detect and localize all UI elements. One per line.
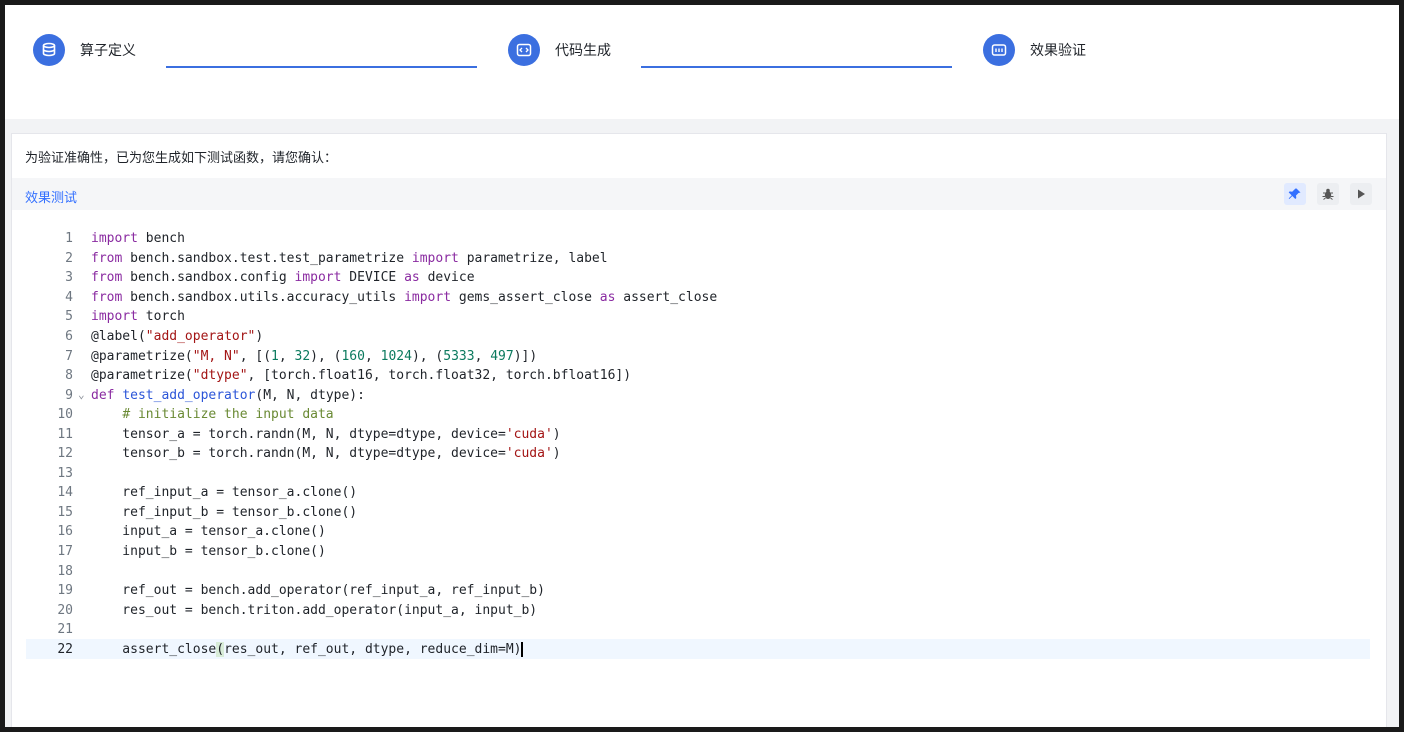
code-text: import bench [91,231,185,247]
line-number: 6 [65,329,73,344]
line-number: 4 [65,289,73,305]
line-number: 13 [57,465,73,481]
progress-stepper: 算子定义 代码生成 效果验证 [5,5,1399,119]
code-text: input_b = tensor_b.clone() [91,544,326,560]
code-text: ref_out = bench.add_operator(ref_input_a… [91,583,545,599]
code-text: tensor_a = torch.randn(M, N, dtype=dtype… [91,426,561,442]
line-number: 3 [65,270,73,286]
code-icon [508,34,540,66]
code-line[interactable]: 7 @parametrize("M, N", [(1, 32), (160, 10… [12,346,1386,366]
line-number: 20 [57,602,73,618]
code-text: # initialize the input data [122,407,334,423]
line-number: 9 [65,387,73,403]
step-connector [166,66,477,68]
code-line[interactable]: 1 import bench [12,229,1386,249]
code-text: tensor_b = torch.randn(M, N, dtype=dtype… [91,446,561,462]
step-operator-definition[interactable]: 算子定义 [33,34,136,66]
code-line[interactable]: 20 res_out = bench.triton.add_operator(i… [12,600,1386,620]
database-icon [33,34,65,66]
code-text: import torch [91,309,185,325]
code-text: def test_add_operator(M, N, dtype): [91,387,365,403]
verify-icon [983,34,1015,66]
line-number: 2 [65,250,73,266]
step-code-generation[interactable]: 代码生成 [508,34,611,66]
line-number: 16 [57,524,73,540]
code-line[interactable]: 6 @label("add_operator") [12,327,1386,347]
line-number: 12 [57,446,73,462]
line-number: 1 [65,231,73,247]
step-label: 代码生成 [555,43,611,59]
code-text: res_out = bench.triton.add_operator(inpu… [91,602,538,618]
code-line[interactable]: 11 tensor_a = torch.randn(M, N, dtype=dt… [12,424,1386,444]
line-number: 10 [57,407,73,423]
code-line[interactable]: 9 ⌄ def test_add_operator(M, N, dtype): [12,385,1386,405]
code-line[interactable]: 4 from bench.sandbox.utils.accuracy_utils… [12,288,1386,308]
code-text: input_a = tensor_a.clone() [91,524,326,540]
code-line[interactable]: 13 [12,464,1386,484]
code-text: @label("add_operator") [91,329,264,344]
code-text: from bench.sandbox.test.test_parametrize… [91,250,608,266]
step-label: 算子定义 [80,43,136,59]
debug-button[interactable] [1317,183,1339,205]
code-line[interactable]: 14 ref_input_a = tensor_a.clone() [12,483,1386,503]
code-line[interactable]: 3 from bench.sandbox.config import DEVICE… [12,268,1386,288]
code-text: from bench.sandbox.utils.accuracy_utils … [91,289,718,305]
code-text: assert_close(res_out, ref_out, dtype, re… [91,641,524,657]
code-line[interactable]: 18 [12,561,1386,581]
code-line[interactable]: 17 input_b = tensor_b.clone() [12,542,1386,562]
line-number: 5 [65,309,73,325]
run-button[interactable] [1350,183,1372,205]
code-line[interactable]: 2 from bench.sandbox.test.test_parametriz… [12,249,1386,269]
line-number: 18 [57,563,73,579]
code-line[interactable]: 10 # initialize the input data [12,405,1386,425]
pin-icon [1288,188,1301,199]
step-label: 效果验证 [1030,43,1086,59]
step-connector [641,66,952,68]
code-line[interactable]: 19 ref_out = bench.add_operator(ref_inpu… [12,581,1386,601]
tab-effect-test[interactable]: 效果测试 [25,187,77,206]
line-number: 17 [57,544,73,560]
code-text: ref_input_a = tensor_a.clone() [91,485,358,501]
line-number: 21 [57,622,73,638]
line-number: 7 [65,348,73,364]
app-window: 算子定义 代码生成 效果验证 为验证准确性，已为您生成如下测试函数，请您确认： … [5,5,1399,727]
line-number: 15 [57,504,73,520]
run-icon [1358,189,1365,199]
fold-chevron-icon[interactable]: ⌄ [78,388,85,401]
code-line[interactable]: 16 input_a = tensor_a.clone() [12,522,1386,542]
code-line[interactable]: 22 assert_close(res_out, ref_out, dtype,… [26,639,1370,660]
code-text: @parametrize("M, N", [(1, 32), (160, 102… [91,348,538,364]
code-lines: 1 import bench 2 from bench.sandbox.test.te… [12,229,1386,660]
confirm-prompt: 为验证准确性，已为您生成如下测试函数，请您确认： [25,151,338,166]
code-editor[interactable]: 1 import bench 2 from bench.sandbox.test.te… [12,210,1386,727]
line-number: 11 [57,426,73,442]
code-line[interactable]: 12 tensor_b = torch.randn(M, N, dtype=dt… [12,444,1386,464]
code-line[interactable]: 15 ref_input_b = tensor_b.clone() [12,503,1386,523]
step-effect-verification[interactable]: 效果验证 [983,34,1086,66]
editor-tabbar: 效果测试 [12,178,1386,210]
line-number: 8 [65,368,73,384]
line-number: 19 [57,583,73,599]
line-number: 14 [57,485,73,501]
code-line[interactable]: 5 import torch [12,307,1386,327]
code-text: ref_input_b = tensor_b.clone() [91,504,358,520]
pin-button[interactable] [1284,183,1306,205]
code-text: @parametrize("dtype", [torch.float16, to… [91,368,632,384]
code-line[interactable]: 8 @parametrize("dtype", [torch.float16, t… [12,366,1386,386]
code-text: from bench.sandbox.config import DEVICE … [91,270,475,286]
line-number: 22 [57,641,73,657]
debug-icon [1322,188,1334,200]
test-card: 为验证准确性，已为您生成如下测试函数，请您确认： 效果测试 1 import b… [11,133,1387,727]
code-line[interactable]: 21 [12,620,1386,640]
